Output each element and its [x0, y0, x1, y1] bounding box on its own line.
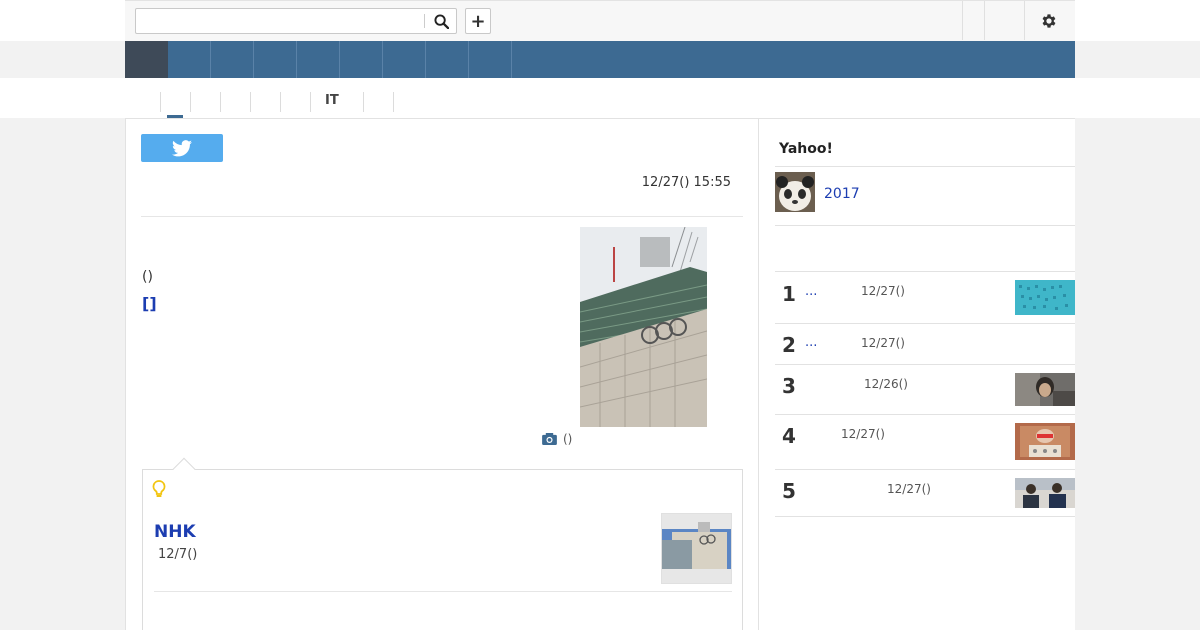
rank-date: 12/27()	[861, 336, 905, 350]
subnav-item[interactable]	[220, 92, 235, 112]
related-article-link[interactable]: NHK	[154, 522, 196, 542]
divider	[775, 516, 1075, 517]
toolbar-divider	[962, 1, 963, 40]
panda-thumbnail[interactable]	[775, 172, 815, 212]
settings-button[interactable]	[1037, 9, 1061, 33]
rank-thumbnail	[1015, 373, 1075, 406]
main-nav	[125, 41, 1075, 78]
rank-date: 12/26()	[864, 377, 908, 391]
twitter-icon	[172, 139, 192, 156]
search-box	[135, 8, 457, 34]
search-button[interactable]	[428, 10, 454, 32]
article-card: 12/27() 15:55 () [] () NHK 12/7()	[125, 118, 759, 630]
subnav-item[interactable]	[190, 92, 205, 112]
rank-date: 12/27()	[887, 482, 931, 496]
subnav-item[interactable]	[250, 92, 265, 112]
article-photo[interactable]	[580, 227, 707, 427]
related-article-date: 12/7()	[158, 547, 198, 562]
rank-number: 4	[782, 424, 796, 448]
sidebar-title: Yahoo!	[779, 141, 833, 157]
article-timestamp: 12/27() 15:55	[641, 175, 731, 190]
rank-thumbnail	[1015, 280, 1075, 315]
rank-number: 3	[782, 374, 796, 398]
nav-item[interactable]	[426, 41, 469, 78]
photo-caption-text: ()	[563, 432, 573, 446]
sidebar: Yahoo! 2017 1 ... 12/27() 2 ... 12/27() …	[759, 118, 1075, 630]
nav-item[interactable]	[211, 41, 254, 78]
article-source-link[interactable]: []	[142, 294, 157, 313]
ranking-item[interactable]: 1 ... 12/27()	[775, 272, 1075, 324]
divider	[775, 225, 1075, 226]
toolbar-divider	[1024, 1, 1025, 40]
subnav-item-it[interactable]: IT	[310, 92, 339, 112]
add-button[interactable]: +	[465, 8, 491, 34]
subnav-item[interactable]	[160, 92, 175, 112]
lightbulb-icon	[152, 480, 166, 502]
rank-date: 12/27()	[841, 427, 885, 441]
gear-icon	[1042, 14, 1056, 28]
rank-number: 2	[782, 333, 796, 357]
related-box: NHK 12/7()	[142, 457, 743, 630]
search-input[interactable]	[137, 10, 423, 32]
rank-number: 1	[782, 282, 796, 306]
divider	[154, 591, 732, 592]
rank-thumbnail	[1015, 478, 1075, 508]
search-icon	[433, 13, 449, 29]
related-box-notch	[172, 457, 196, 481]
ranking-item[interactable]: 4 12/27()	[775, 415, 1075, 469]
rank-date: 12/27()	[861, 284, 905, 298]
toolbar-divider	[984, 1, 985, 40]
nav-item-home[interactable]	[125, 41, 168, 78]
ranking-item[interactable]: 3 12/26()	[775, 365, 1075, 414]
photo-caption[interactable]: ()	[542, 432, 572, 446]
subnav-item[interactable]	[280, 92, 295, 112]
camera-icon	[542, 433, 557, 445]
divider	[775, 166, 1075, 167]
search-divider	[424, 14, 425, 28]
article-body-text: ()	[142, 269, 153, 285]
ranking-item[interactable]: 5 12/27()	[775, 470, 1075, 516]
nav-item[interactable]	[297, 41, 340, 78]
ranking-item[interactable]: 2 ... 12/27()	[775, 324, 1075, 364]
divider	[141, 216, 743, 217]
rank-link[interactable]: ...	[805, 284, 817, 299]
building-photo	[580, 227, 707, 427]
rank-thumbnail	[1015, 423, 1075, 460]
sidebar-feature-link[interactable]: 2017	[824, 186, 860, 202]
subnav-item[interactable]	[363, 92, 378, 112]
rank-link[interactable]: ...	[805, 335, 817, 350]
category-subnav: IT	[0, 78, 1200, 118]
nav-item[interactable]	[168, 41, 211, 78]
nav-item[interactable]	[383, 41, 426, 78]
twitter-share-button[interactable]	[141, 134, 223, 162]
nav-item[interactable]	[254, 41, 297, 78]
rank-number: 5	[782, 479, 796, 503]
subnav-item[interactable]	[393, 92, 408, 112]
related-article-thumbnail[interactable]	[661, 513, 732, 584]
nav-item[interactable]	[469, 41, 512, 78]
nav-item[interactable]	[340, 41, 383, 78]
